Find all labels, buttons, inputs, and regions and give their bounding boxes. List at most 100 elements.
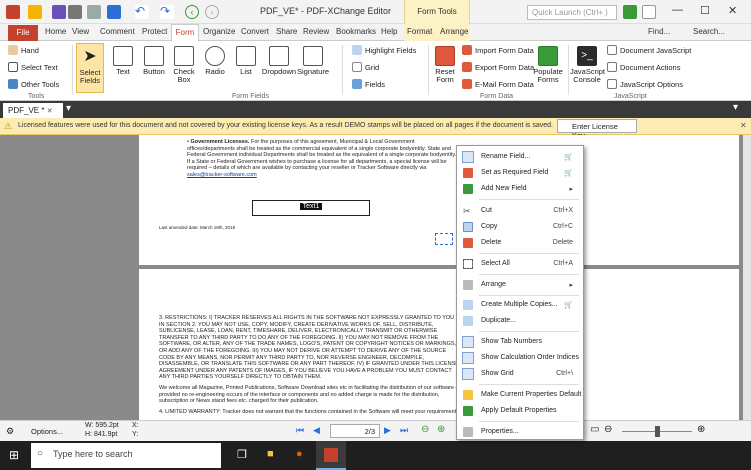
maximize-icon[interactable]: ☐ bbox=[700, 4, 710, 17]
menu-item-create-multiple-copies[interactable]: Create Multiple Copies... 🛒 bbox=[457, 297, 583, 313]
tab-file[interactable]: File bbox=[8, 25, 38, 41]
menu-item-properties[interactable]: Properties... bbox=[457, 424, 583, 440]
document-actions-button[interactable]: Document Actions bbox=[607, 62, 680, 72]
populate-forms-button[interactable]: Populate Forms bbox=[533, 46, 563, 84]
document-viewer[interactable]: • Government Licenses. For the purposes … bbox=[0, 135, 751, 420]
menu-item-copy[interactable]: Copy Ctrl+C bbox=[457, 219, 583, 235]
banner-close-icon[interactable]: ✕ bbox=[740, 121, 747, 130]
task-view-icon[interactable]: ❐ bbox=[237, 448, 247, 461]
new-tab-icon[interactable]: ▾ bbox=[66, 103, 71, 114]
fields-button[interactable]: Fields bbox=[352, 79, 385, 89]
first-page-icon[interactable]: ⏮ bbox=[296, 425, 304, 436]
grid-button[interactable]: Grid bbox=[352, 62, 379, 72]
menu-item-show-grid[interactable]: Show Grid Ctrl+\ bbox=[457, 366, 583, 382]
enter-license-key-button[interactable]: Enter License Key... bbox=[557, 119, 637, 140]
zoom-slider-thumb[interactable] bbox=[655, 426, 660, 437]
history-back-icon[interactable]: ⊖ bbox=[421, 424, 429, 435]
select-text-tool[interactable]: Select Text bbox=[8, 62, 58, 72]
tab-convert[interactable]: Convert bbox=[241, 27, 269, 36]
page-number-input[interactable]: 2/3 bbox=[330, 424, 380, 438]
menu-item-set-required[interactable]: Set as Required Field 🛒 bbox=[457, 165, 583, 181]
text1-field[interactable]: Text1 bbox=[252, 200, 370, 216]
menu-item-add-new-field[interactable]: Add New Field ▸ bbox=[457, 181, 583, 197]
reset-form-button[interactable]: Reset Form bbox=[432, 46, 458, 84]
back-icon[interactable]: ‹ bbox=[185, 5, 199, 19]
other-tools-dropdown[interactable]: Other Tools bbox=[8, 79, 59, 89]
document-tab[interactable]: PDF_VE * ✕ bbox=[3, 103, 63, 118]
next-page-icon[interactable]: ▶ bbox=[384, 425, 391, 436]
email-icon[interactable] bbox=[87, 5, 101, 19]
tab-form[interactable]: Form bbox=[171, 24, 199, 42]
menu-item-show-tab-numbers[interactable]: Show Tab Numbers bbox=[457, 334, 583, 350]
history-forward-icon[interactable]: ⊕ bbox=[437, 424, 445, 435]
windows-start-icon[interactable]: ⊞ bbox=[9, 448, 19, 462]
dropdown-button[interactable]: Dropdown bbox=[261, 46, 297, 76]
quick-launch-input[interactable]: Quick Launch (Ctrl+.) bbox=[527, 5, 617, 20]
javascript-options-button[interactable]: JavaScript Options bbox=[607, 79, 683, 89]
last-page-icon[interactable]: ⏭ bbox=[400, 425, 408, 436]
tab-share[interactable]: Share bbox=[276, 27, 297, 36]
menu-item-duplicate[interactable]: Duplicate... bbox=[457, 313, 583, 329]
export-form-data-button[interactable]: Export Form Data bbox=[462, 62, 534, 72]
menu-item-select-all[interactable]: Select All Ctrl+A bbox=[457, 256, 583, 272]
menu-item-rename-field[interactable]: Rename Field... 🛒 bbox=[457, 149, 583, 165]
tab-review[interactable]: Review bbox=[303, 27, 329, 36]
check-box-button[interactable]: Check Box bbox=[172, 46, 196, 84]
tab-view[interactable]: View bbox=[72, 27, 89, 36]
close-icon[interactable]: ✕ bbox=[728, 4, 737, 17]
options-gear-icon[interactable]: ⚙ bbox=[6, 426, 14, 437]
document-javascript-button[interactable]: Document JavaScript bbox=[607, 45, 691, 55]
import-form-data-button[interactable]: Import Form Data bbox=[462, 45, 534, 55]
menu-item-arrange[interactable]: Arrange ▸ bbox=[457, 277, 583, 293]
open-folder-icon[interactable] bbox=[28, 5, 42, 19]
options-button[interactable]: Options... bbox=[31, 427, 63, 436]
sales-email-link[interactable]: sales@tracker-software.com bbox=[187, 172, 257, 178]
pdf-xchange-taskbar-button[interactable] bbox=[316, 441, 346, 470]
forward-icon[interactable]: › bbox=[205, 5, 219, 19]
list-button[interactable]: List bbox=[234, 46, 258, 76]
email-form-data-button[interactable]: E-Mail Form Data bbox=[462, 79, 534, 89]
restore-layout-icon[interactable] bbox=[642, 5, 656, 19]
signature-button[interactable]: Signature bbox=[297, 46, 329, 76]
save-icon[interactable] bbox=[52, 5, 66, 19]
tab-help[interactable]: Help bbox=[381, 27, 397, 36]
menu-item-show-calc-order[interactable]: Show Calculation Order Indices bbox=[457, 350, 583, 366]
tab-format[interactable]: Format bbox=[407, 27, 432, 36]
tab-bookmarks[interactable]: Bookmarks bbox=[336, 27, 376, 36]
tab-close-icon[interactable]: ✕ bbox=[47, 108, 53, 115]
find-button[interactable]: Find... bbox=[648, 27, 670, 36]
highlight-fields-button[interactable]: Highlight Fields bbox=[352, 45, 416, 55]
file-explorer-icon[interactable]: ■ bbox=[267, 448, 274, 460]
javascript-console-button[interactable]: >_ JavaScript Console bbox=[570, 46, 605, 84]
hand-tool[interactable]: Hand bbox=[8, 45, 39, 55]
tab-protect[interactable]: Protect bbox=[142, 27, 167, 36]
firefox-icon[interactable]: ● bbox=[296, 448, 303, 460]
tray-icon[interactable] bbox=[623, 5, 637, 19]
taskbar-search[interactable]: ○ Type here to search bbox=[31, 443, 221, 468]
tab-arrange[interactable]: Arrange bbox=[440, 27, 468, 36]
prev-page-icon[interactable]: ◀ bbox=[313, 425, 320, 436]
undo-icon[interactable]: ↶ bbox=[135, 5, 149, 19]
redo-icon[interactable]: ↷ bbox=[160, 5, 174, 19]
selected-field-handle[interactable] bbox=[435, 233, 453, 245]
zoom-out-icon[interactable]: ⊖ bbox=[604, 424, 612, 435]
search-button[interactable]: Search... bbox=[693, 27, 725, 36]
menu-item-cut[interactable]: ✂ Cut Ctrl+X bbox=[457, 203, 583, 219]
tab-organize[interactable]: Organize bbox=[203, 27, 235, 36]
vertical-scrollbar[interactable] bbox=[743, 135, 751, 420]
scan-icon[interactable] bbox=[107, 5, 121, 19]
page-layout-icon[interactable]: ▭ bbox=[590, 424, 599, 435]
menu-item-apply-default[interactable]: Apply Default Properties bbox=[457, 403, 583, 419]
tab-home[interactable]: Home bbox=[45, 27, 66, 36]
menu-item-make-default[interactable]: Make Current Properties Default bbox=[457, 387, 583, 403]
tab-comment[interactable]: Comment bbox=[100, 27, 135, 36]
print-icon[interactable] bbox=[68, 5, 82, 19]
minimize-icon[interactable]: — bbox=[672, 4, 683, 16]
menu-item-delete[interactable]: Delete Delete bbox=[457, 235, 583, 251]
text-field-button[interactable]: Text bbox=[110, 46, 136, 76]
button-field-button[interactable]: Button bbox=[140, 46, 168, 76]
radio-button[interactable]: Radio bbox=[201, 46, 229, 76]
zoom-in-icon[interactable]: ⊕ bbox=[697, 424, 705, 435]
tabs-menu-icon[interactable]: ▾ bbox=[733, 102, 738, 113]
select-fields-button[interactable]: ➤ Select Fields bbox=[76, 43, 104, 93]
